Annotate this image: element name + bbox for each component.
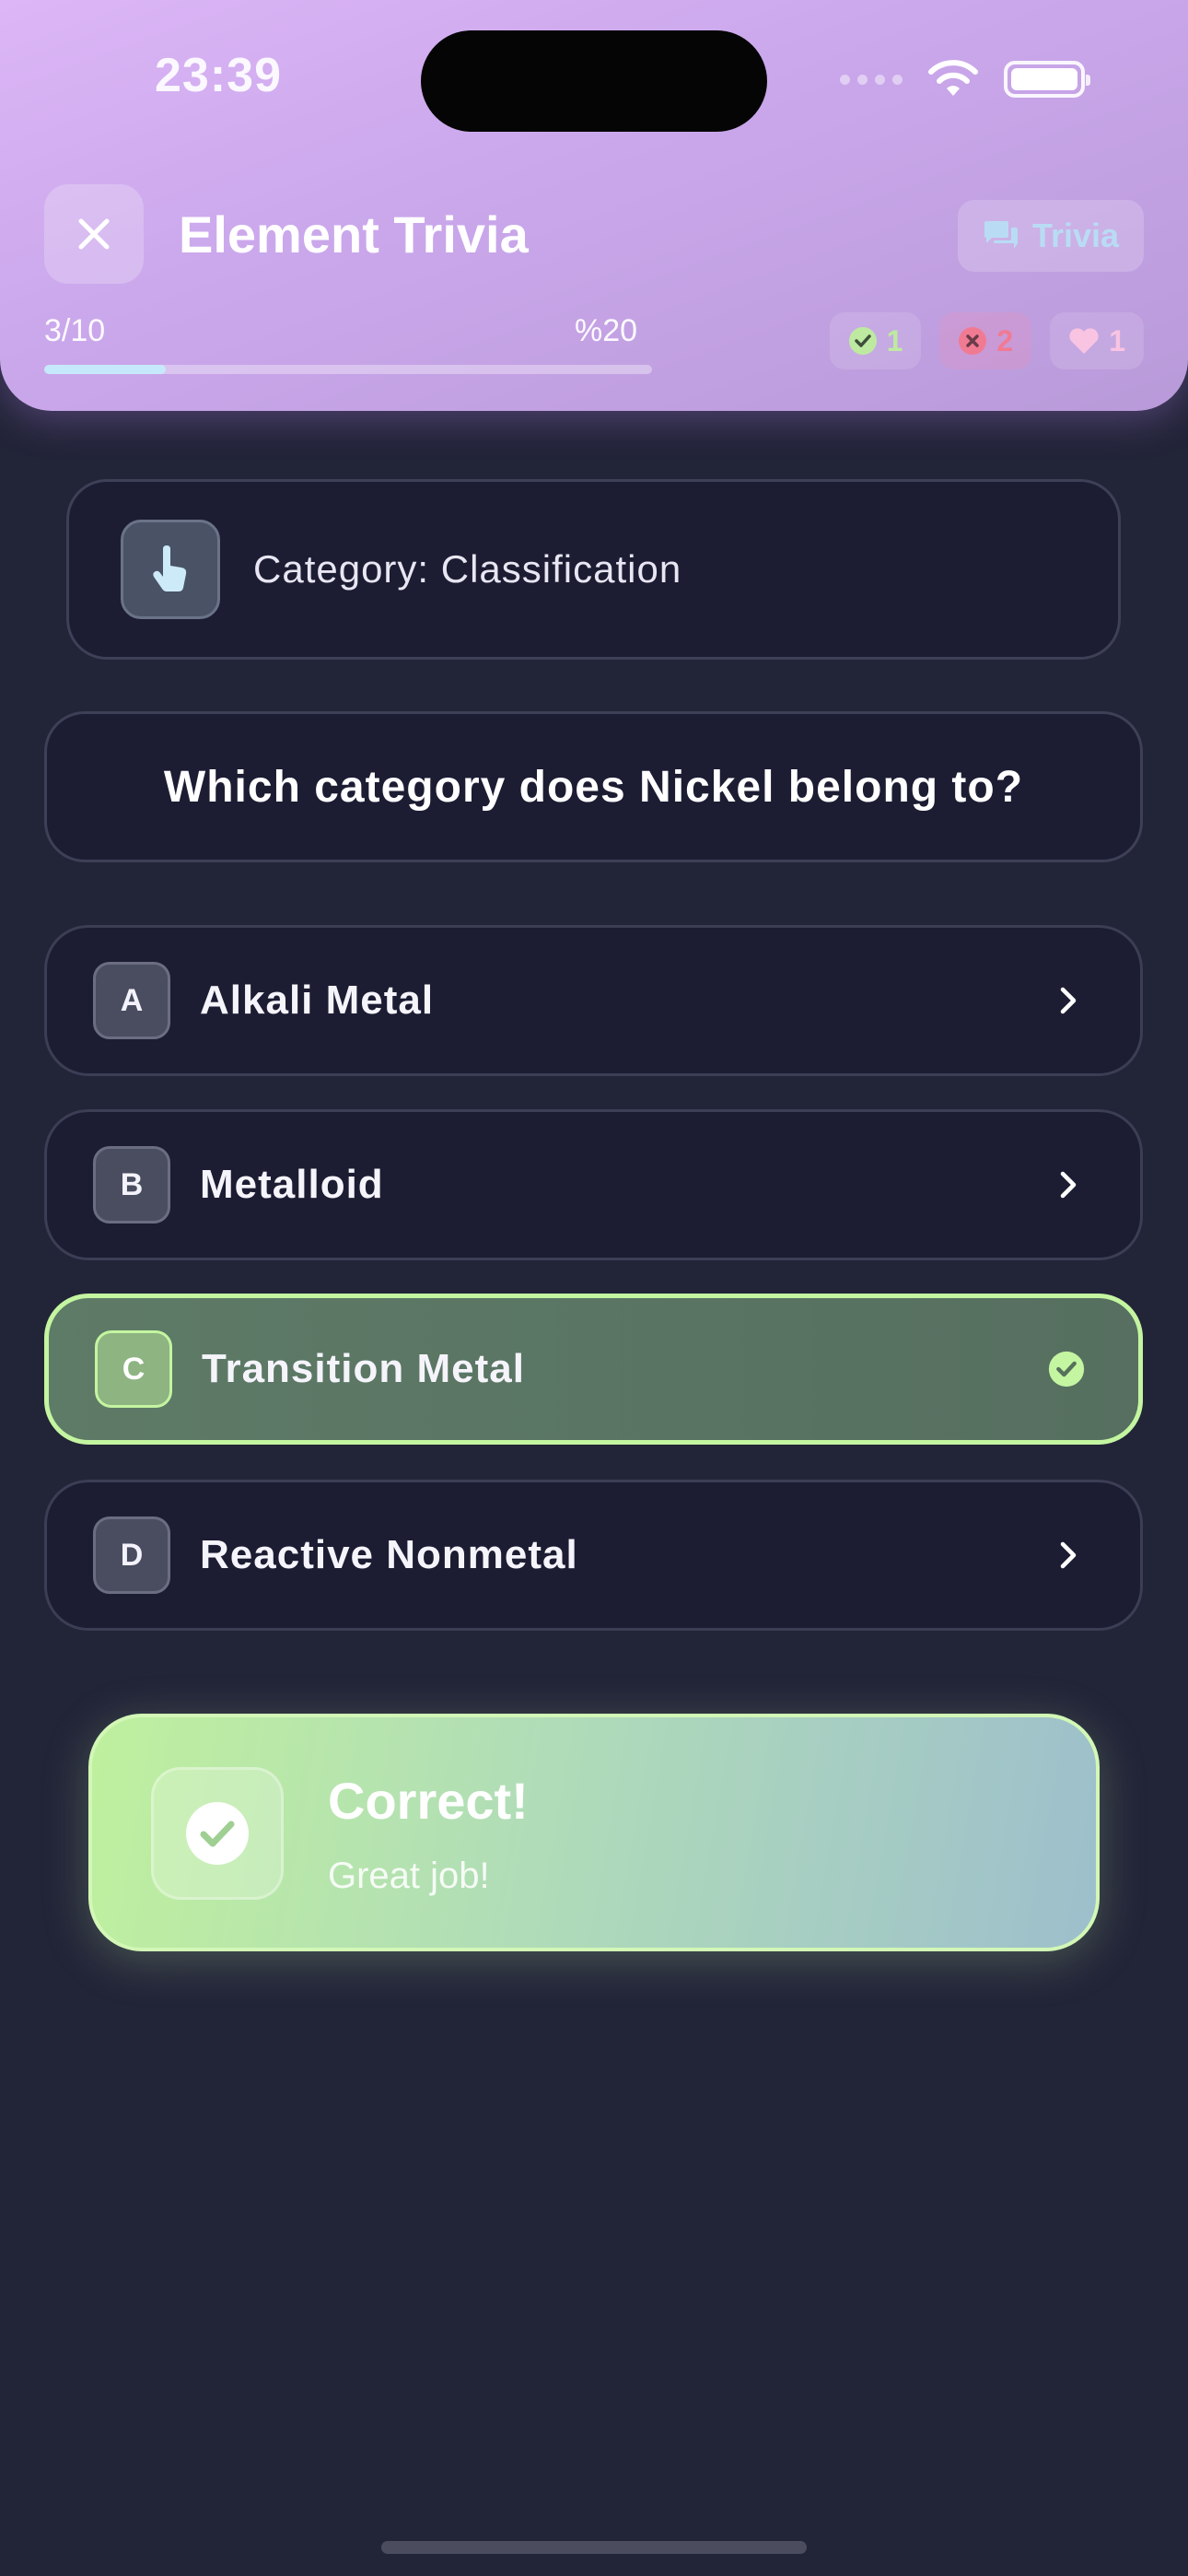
lives-count: 1 (1109, 323, 1125, 357)
correct-count-badge: 1 (829, 312, 922, 369)
progress-bar (44, 365, 652, 374)
check-circle-icon (848, 327, 877, 355)
answer-letter: A (93, 962, 170, 1039)
answer-letter: B (93, 1146, 170, 1224)
question-text: Which category does Nickel belong to? (163, 762, 1024, 812)
correct-count: 1 (886, 323, 903, 357)
feedback-title: Correct! (328, 1772, 529, 1830)
lives-count-badge: 1 (1050, 312, 1144, 369)
mode-badge: Trivia (958, 200, 1144, 272)
check-circle-icon (186, 1802, 249, 1865)
check-circle-icon (1048, 1351, 1085, 1388)
status-time: 23:39 (155, 49, 282, 102)
feedback-icon-box (151, 1767, 284, 1900)
category-card: Category: Classification (66, 479, 1121, 660)
x-circle-icon (959, 327, 987, 355)
answer-label: Reactive Nonmetal (200, 1532, 578, 1577)
chevron-right-icon (1050, 982, 1087, 1019)
answer-option-d[interactable]: D Reactive Nonmetal (44, 1480, 1143, 1631)
close-button[interactable] (44, 184, 144, 284)
chat-bubbles-icon (984, 221, 1018, 249)
feedback-banner: Correct! Great job! (88, 1714, 1100, 1951)
wrong-count-badge: 2 (939, 312, 1032, 369)
dynamic-island (421, 30, 767, 132)
cellular-signal-icon (840, 74, 903, 85)
feedback-subtitle: Great job! (328, 1856, 490, 1896)
mode-badge-label: Trivia (1031, 217, 1120, 254)
wifi-icon (928, 60, 978, 96)
answer-letter: C (95, 1330, 172, 1408)
close-icon (78, 218, 110, 250)
question-counter: 3/10 (44, 313, 106, 348)
quiz-header: 23:39 Element Trivia Trivia 3/10 %20 1 2… (0, 0, 1188, 411)
heart-icon (1069, 328, 1099, 354)
progress-bar-fill (44, 365, 166, 374)
chevron-right-icon (1050, 1537, 1087, 1574)
answer-option-c[interactable]: C Transition Metal (44, 1294, 1143, 1445)
home-indicator[interactable] (381, 2541, 807, 2554)
page-title: Element Trivia (179, 205, 529, 263)
score-stats: 1 2 1 (829, 312, 1144, 369)
answer-label: Alkali Metal (200, 978, 435, 1023)
answer-label: Metalloid (200, 1162, 384, 1207)
progress-percent: %20 (575, 313, 638, 348)
answer-letter: D (93, 1516, 170, 1594)
quiz-screen: 23:39 Element Trivia Trivia 3/10 %20 1 2… (0, 0, 1188, 2576)
status-indicators (840, 59, 1090, 100)
question-card: Which category does Nickel belong to? (44, 711, 1143, 862)
answer-label: Transition Metal (202, 1346, 525, 1391)
battery-icon (1004, 61, 1090, 98)
answer-option-b[interactable]: B Metalloid (44, 1109, 1143, 1260)
category-icon-box (121, 520, 220, 619)
wrong-count: 2 (996, 323, 1014, 357)
category-label: Category: Classification (253, 547, 682, 591)
chevron-right-icon (1050, 1166, 1087, 1203)
hand-pointer-icon (153, 545, 187, 591)
answer-option-a[interactable]: A Alkali Metal (44, 925, 1143, 1076)
